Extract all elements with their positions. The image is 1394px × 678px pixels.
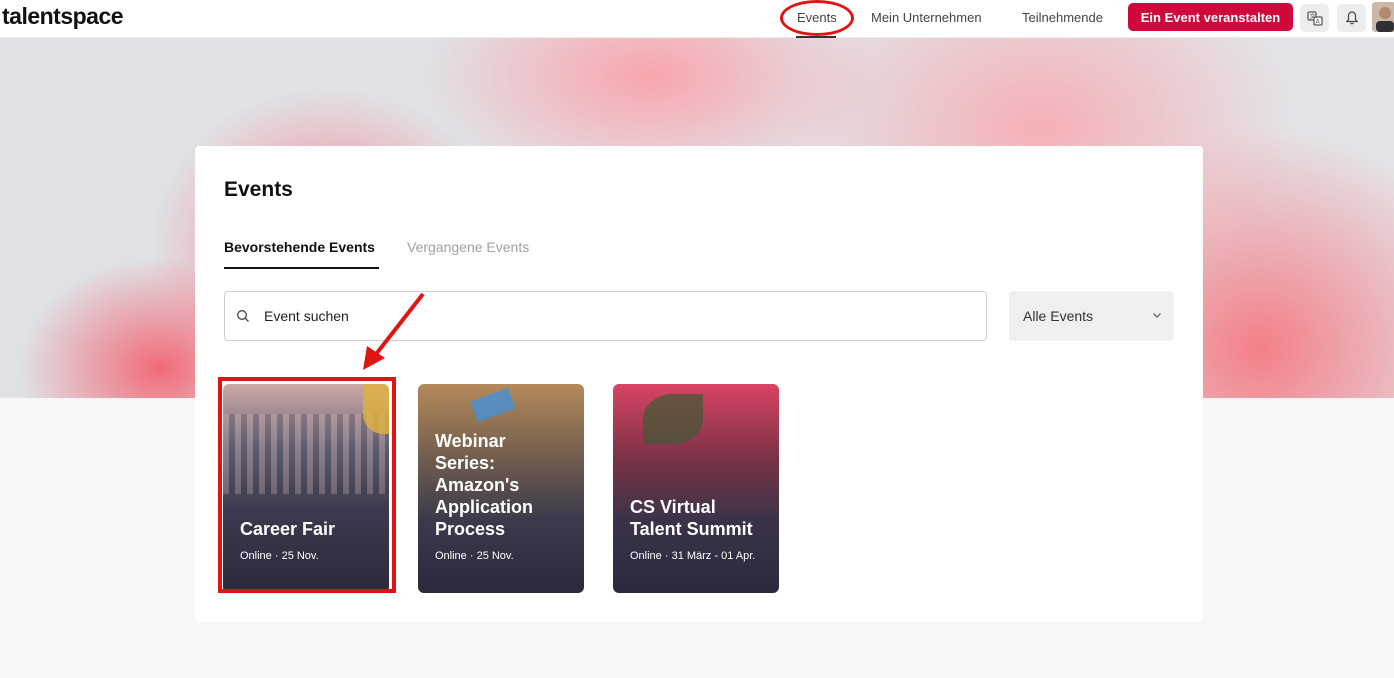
translate-button[interactable]: 文 A [1300,4,1329,32]
top-navigation: talentspace Events Mein Unternehmen Teil… [0,0,1394,38]
event-title: CS Virtual Talent Summit [630,497,753,539]
event-meta: Online · 25 Nov. [435,550,514,562]
annotation-ellipse [780,0,854,36]
nav-active-indicator [796,36,836,38]
event-title: Webinar Series: Amazon's Application Pro… [435,431,533,539]
event-filter-select[interactable]: Alle Events [1009,291,1174,341]
filter-selected-value: Alle Events [1023,308,1094,324]
event-image [643,394,703,444]
page-title: Events [224,178,293,201]
nav-my-company[interactable]: Mein Unternehmen [871,10,982,25]
search-icon [237,310,249,322]
logo[interactable]: talentspace [2,3,124,30]
event-image [470,387,516,423]
annotation-arrow-icon [363,292,425,370]
tab-active-indicator [224,267,379,269]
notifications-button[interactable] [1337,4,1366,32]
search-box [224,291,987,341]
event-card-cs-virtual-summit[interactable]: CS Virtual Talent Summit Online · 31 Mär… [613,384,779,593]
event-meta: Online · 31 März - 01 Apr. [630,550,756,562]
annotation-highlight-box [218,377,396,593]
avatar-image [1372,2,1394,32]
translate-icon: 文 A [1306,11,1323,26]
event-card-amazon-webinar[interactable]: Webinar Series: Amazon's Application Pro… [418,384,584,593]
host-event-button[interactable]: Ein Event veranstalten [1128,3,1293,31]
tab-past-events[interactable]: Vergangene Events [407,239,529,255]
chevron-down-icon [1153,313,1161,318]
tab-upcoming-events[interactable]: Bevorstehende Events [224,239,375,255]
nav-participants[interactable]: Teilnehmende [1022,10,1103,25]
avatar[interactable] [1372,2,1394,32]
bell-icon [1345,11,1358,25]
